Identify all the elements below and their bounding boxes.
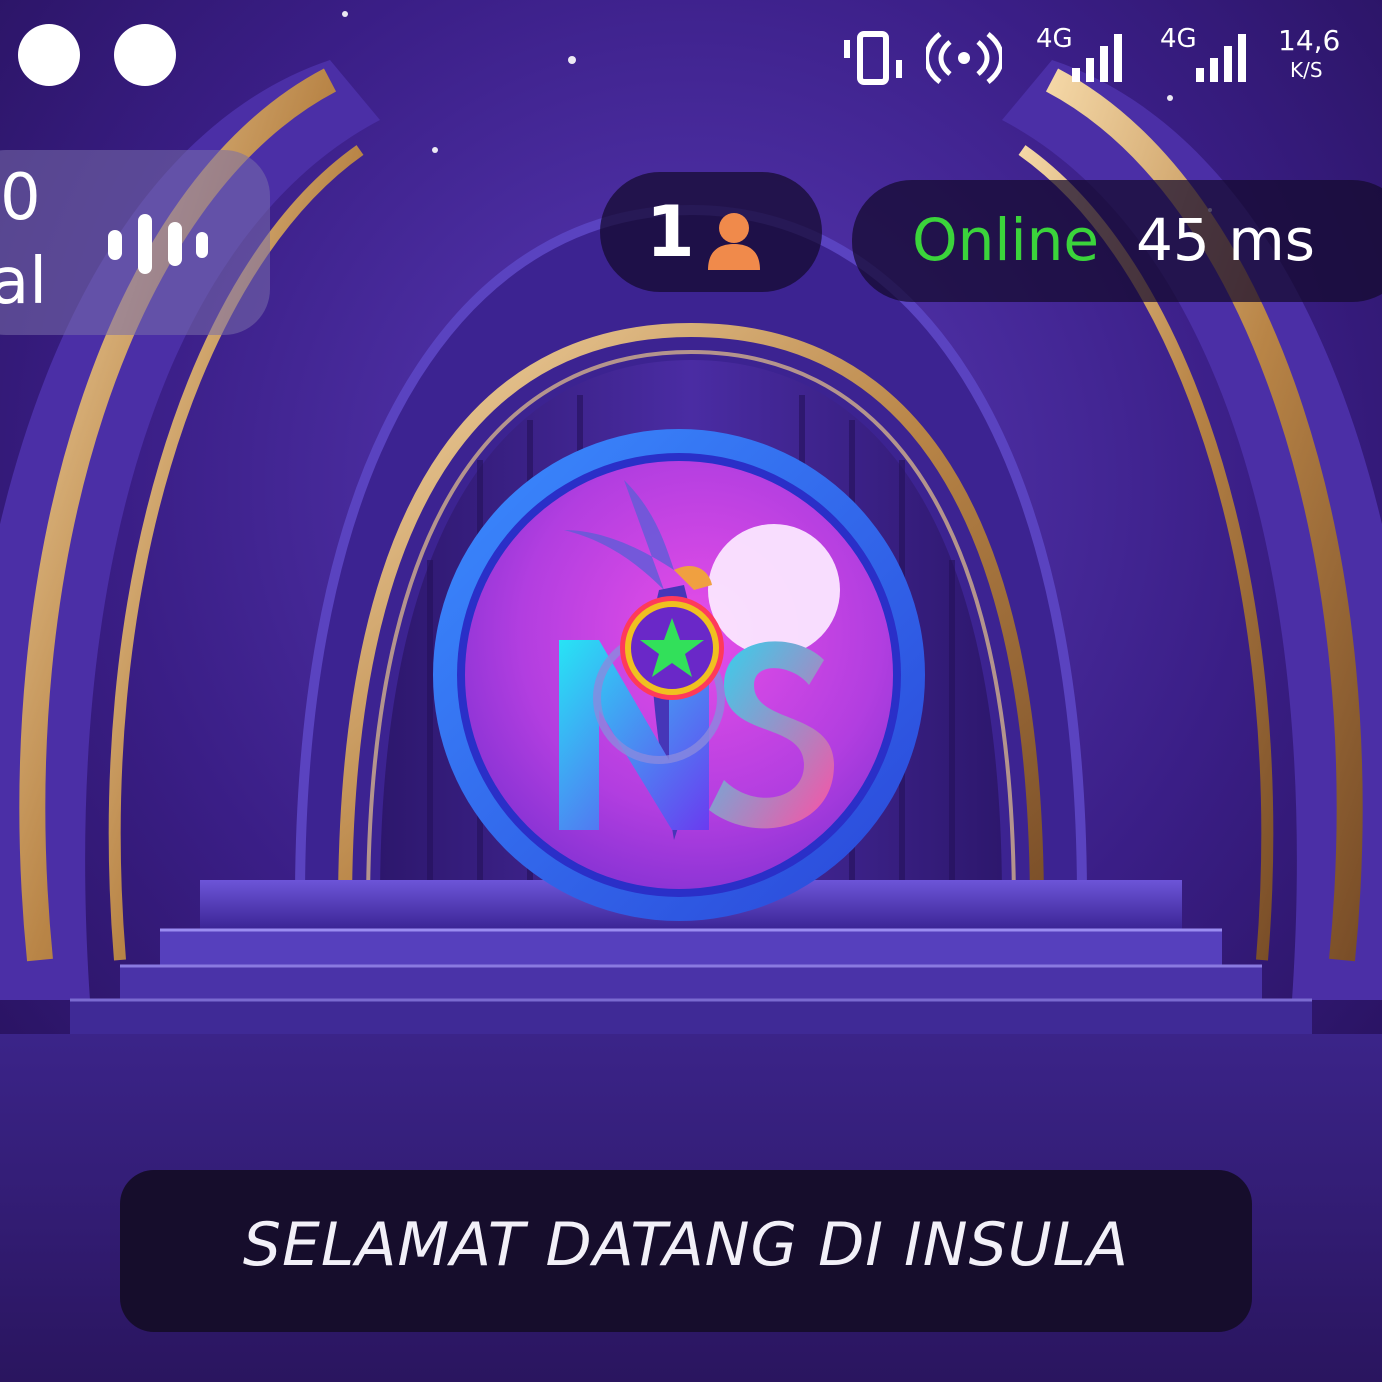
notification-dot (114, 24, 176, 86)
stat-panel[interactable]: 0 al (0, 150, 270, 335)
person-icon (708, 213, 760, 270)
viewer-count-badge[interactable]: 1 (600, 172, 822, 292)
connection-status-badge: Online 45 ms (852, 180, 1382, 302)
stat-line-2: al (0, 245, 47, 319)
welcome-message: SELAMAT DATANG DI INSULA (242, 1210, 1130, 1280)
ns-logo[interactable] (424, 420, 934, 930)
vibrate-icon (844, 31, 902, 85)
welcome-banner: SELAMAT DATANG DI INSULA (120, 1170, 1252, 1332)
viewer-count: 1 (646, 191, 695, 273)
audio-bars-icon (108, 214, 208, 274)
hotspot-icon (926, 32, 1002, 84)
signal-bars-icon (1072, 34, 1122, 82)
status-bar: 4G 4G 14,6 K/S (822, 18, 1382, 98)
online-status: Online (912, 206, 1100, 274)
stat-line-1: 0 (0, 161, 41, 235)
network-speed-value: 14,6 (1278, 24, 1341, 57)
signal-bars-icon (1196, 34, 1246, 82)
network-speed-unit: K/S (1290, 58, 1323, 82)
notification-dot (18, 24, 80, 86)
ping-value: 45 ms (1136, 206, 1315, 274)
